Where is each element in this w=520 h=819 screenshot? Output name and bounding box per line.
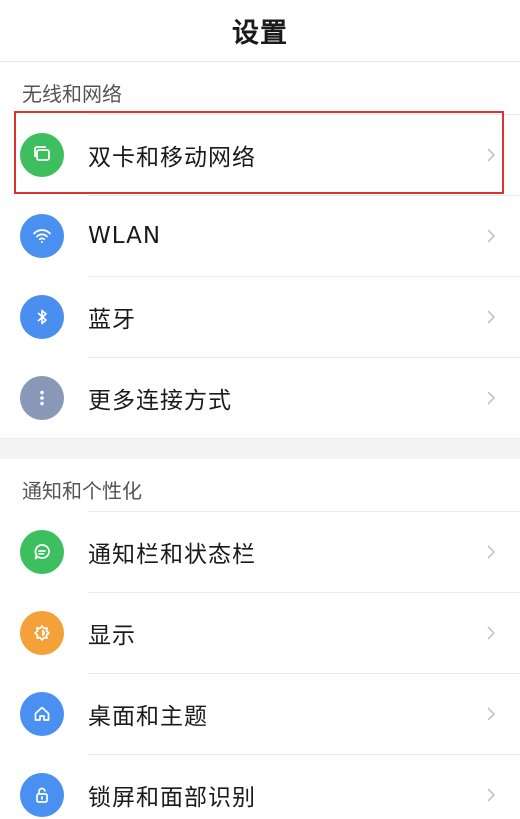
brightness-icon xyxy=(20,610,64,655)
page-title: 设置 xyxy=(232,18,288,49)
divider xyxy=(88,357,520,358)
wireless-network-list: 双卡和移动网络 WLAN 蓝牙 更多连接方式 xyxy=(0,114,520,438)
settings-item-display[interactable]: 显示 xyxy=(0,592,520,673)
settings-item-label: 双卡和移动网络 xyxy=(88,144,256,171)
chevron-right-icon xyxy=(484,623,498,643)
divider xyxy=(88,114,520,115)
wifi-icon xyxy=(20,213,64,258)
chevron-right-icon xyxy=(484,145,498,165)
chevron-right-icon xyxy=(484,226,498,246)
settings-item-dual-sim[interactable]: 双卡和移动网络 xyxy=(0,114,520,195)
chevron-right-icon xyxy=(484,785,498,805)
sim-cards-icon xyxy=(20,132,64,177)
settings-item-label: WLAN xyxy=(88,222,162,249)
settings-item-label: 锁屏和面部识别 xyxy=(88,784,256,811)
settings-item-lockscreen-face[interactable]: 锁屏和面部识别 xyxy=(0,754,520,819)
title-bar: 设置 xyxy=(0,0,520,62)
chevron-right-icon xyxy=(484,388,498,408)
notification-personalization-list: 通知栏和状态栏 显示 桌面和主题 锁屏和面部识别 xyxy=(0,511,520,819)
divider xyxy=(88,195,520,196)
settings-item-label: 更多连接方式 xyxy=(88,387,232,414)
settings-item-more-connections[interactable]: 更多连接方式 xyxy=(0,357,520,438)
divider xyxy=(88,673,520,674)
settings-item-bluetooth[interactable]: 蓝牙 xyxy=(0,276,520,357)
notification-icon xyxy=(20,529,64,574)
more-dots-icon xyxy=(20,375,64,420)
chevron-right-icon xyxy=(484,704,498,724)
home-icon xyxy=(20,691,64,736)
section-header-notification: 通知和个性化 xyxy=(22,479,142,503)
divider xyxy=(88,511,520,512)
divider xyxy=(88,754,520,755)
divider xyxy=(88,276,520,277)
divider xyxy=(88,592,520,593)
settings-item-notification-status-bar[interactable]: 通知栏和状态栏 xyxy=(0,511,520,592)
settings-item-label: 通知栏和状态栏 xyxy=(88,541,256,568)
section-spacer xyxy=(0,438,520,459)
settings-item-desktop-theme[interactable]: 桌面和主题 xyxy=(0,673,520,754)
bluetooth-icon xyxy=(20,294,64,339)
chevron-right-icon xyxy=(484,307,498,327)
settings-item-label: 桌面和主题 xyxy=(88,703,208,730)
settings-item-label: 蓝牙 xyxy=(88,306,136,333)
settings-item-wlan[interactable]: WLAN xyxy=(0,195,520,276)
section-header-wireless: 无线和网络 xyxy=(22,82,122,106)
chevron-right-icon xyxy=(484,542,498,562)
settings-item-label: 显示 xyxy=(88,622,136,649)
lock-icon xyxy=(20,772,64,817)
